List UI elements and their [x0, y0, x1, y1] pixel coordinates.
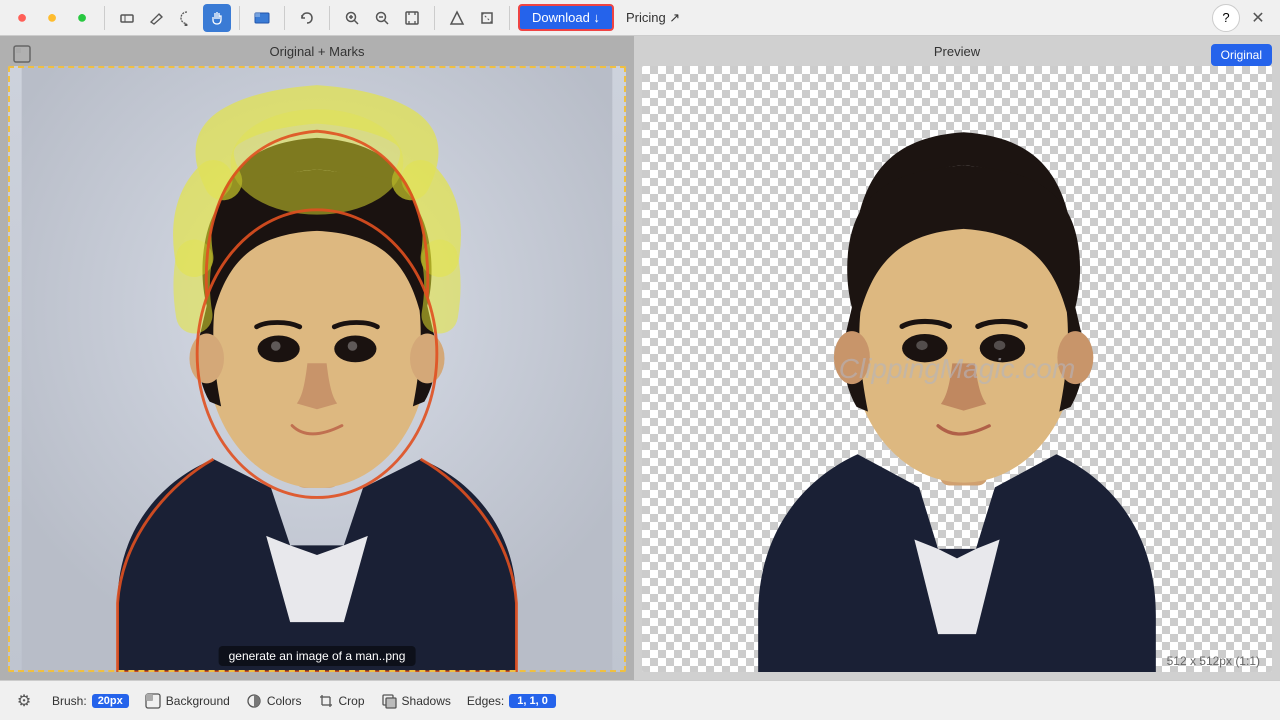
- right-panel[interactable]: Preview Original: [634, 36, 1280, 680]
- pricing-button[interactable]: Pricing ↗: [618, 6, 688, 30]
- separator-3: [284, 6, 285, 30]
- brush-size-badge[interactable]: 20px: [92, 694, 129, 708]
- filename-label: generate an image of a man..png: [219, 646, 416, 666]
- shadows-icon: [381, 693, 397, 709]
- shape-tools: [443, 4, 501, 32]
- minimize-traffic-btn[interactable]: ●: [38, 4, 66, 32]
- separator-2: [239, 6, 240, 30]
- preview-image-container: ClippingMagic.com: [642, 66, 1272, 672]
- lasso-icon: [179, 10, 195, 26]
- bottom-toolbar: ⚙ Brush: 20px Background Colors Crop Sha…: [0, 680, 1280, 720]
- download-button[interactable]: Download ↓: [518, 4, 614, 31]
- erase-tool-btn[interactable]: [113, 4, 141, 32]
- erase-icon: [119, 10, 135, 26]
- left-panel-title: Original + Marks: [270, 44, 365, 59]
- separator-1: [104, 6, 105, 30]
- undo-btn[interactable]: [293, 4, 321, 32]
- maximize-traffic-btn[interactable]: ●: [68, 4, 96, 32]
- colors-icon: [246, 693, 262, 709]
- edges-control: Edges: 1, 1, 0: [467, 694, 556, 708]
- triangle-icon: [449, 10, 465, 26]
- colors-tool[interactable]: Colors: [246, 693, 302, 709]
- crop-label: Crop: [339, 694, 365, 708]
- shadows-tool[interactable]: Shadows: [381, 693, 451, 709]
- square-shape-btn[interactable]: [473, 4, 501, 32]
- colors-label: Colors: [267, 694, 302, 708]
- brush-control: Brush: 20px: [52, 694, 129, 708]
- select-tools: [248, 4, 276, 32]
- image-size-label: 512 x 512px (1:1): [1167, 654, 1260, 668]
- settings-gear-btn[interactable]: ⚙: [12, 689, 36, 713]
- pencil-tool-btn[interactable]: [143, 4, 171, 32]
- main-area: Original + Marks: [0, 36, 1280, 680]
- background-label: Background: [166, 694, 230, 708]
- preview-panel-title: Preview: [934, 44, 980, 59]
- zoom-out-btn[interactable]: [368, 4, 396, 32]
- brush-label: Brush:: [52, 694, 87, 708]
- edges-value-badge[interactable]: 1, 1, 0: [509, 694, 556, 708]
- zoom-in-icon: [344, 10, 360, 26]
- original-button[interactable]: Original: [1211, 44, 1272, 66]
- person-original-svg: [8, 66, 626, 672]
- fit-icon: [404, 10, 420, 26]
- crop-tool[interactable]: Crop: [318, 693, 365, 709]
- separator-4: [329, 6, 330, 30]
- window-close-button[interactable]: ✕: [1244, 4, 1272, 32]
- background-tool[interactable]: Background: [145, 693, 230, 709]
- help-button[interactable]: ?: [1212, 4, 1240, 32]
- left-panel[interactable]: Original + Marks: [0, 36, 634, 680]
- square-icon: [479, 10, 495, 26]
- select-rect-icon: [253, 9, 271, 27]
- separator-6: [509, 6, 510, 30]
- zoom-in-btn[interactable]: [338, 4, 366, 32]
- person-preview-svg: [642, 66, 1272, 672]
- zoom-tools: [338, 4, 426, 32]
- draw-tools: [113, 4, 231, 32]
- select-rect-btn[interactable]: [248, 4, 276, 32]
- triangle-shape-btn[interactable]: [443, 4, 471, 32]
- edges-label: Edges:: [467, 694, 504, 708]
- lasso-tool-btn[interactable]: [173, 4, 201, 32]
- hand-icon: [209, 10, 225, 26]
- history-tools: [293, 4, 321, 32]
- background-icon: [145, 693, 161, 709]
- top-toolbar: ● ● ●: [0, 0, 1280, 36]
- pencil-icon: [149, 10, 165, 26]
- hand-tool-btn[interactable]: [203, 4, 231, 32]
- fit-btn[interactable]: [398, 4, 426, 32]
- separator-5: [434, 6, 435, 30]
- close-traffic-btn[interactable]: ●: [8, 4, 36, 32]
- zoom-out-icon: [374, 10, 390, 26]
- shadows-label: Shadows: [402, 694, 451, 708]
- original-image-container[interactable]: [8, 66, 626, 672]
- traffic-lights: ● ● ●: [8, 4, 96, 32]
- undo-icon: [299, 10, 315, 26]
- image-thumbnail-icon: [12, 44, 32, 69]
- gear-icon: ⚙: [17, 691, 31, 711]
- crop-icon: [318, 693, 334, 709]
